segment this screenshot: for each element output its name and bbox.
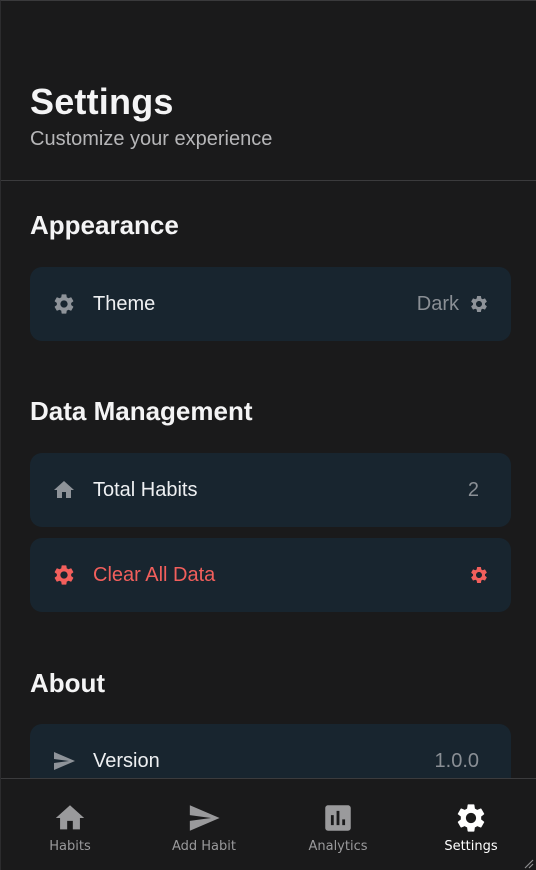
nav-item-habits[interactable]: Habits bbox=[3, 779, 137, 870]
section-title-appearance: Appearance bbox=[30, 210, 179, 240]
settings-content[interactable]: Appearance Theme Dark Data Management To… bbox=[1, 182, 536, 778]
app-window: Settings Customize your experience Appea… bbox=[0, 0, 536, 870]
total-habits-label: Total Habits bbox=[93, 479, 198, 501]
nav-item-analytics[interactable]: Analytics bbox=[271, 779, 405, 870]
version-row: Version 1.0.0 bbox=[30, 724, 511, 778]
version-label: Version bbox=[93, 750, 160, 772]
send-icon bbox=[189, 805, 220, 831]
section-title-data-management: Data Management bbox=[30, 396, 253, 426]
home-icon bbox=[54, 481, 74, 498]
home-icon bbox=[55, 805, 85, 830]
nav-label-add-habit: Add Habit bbox=[171, 839, 236, 854]
total-habits-row: Total Habits 2 bbox=[30, 453, 511, 527]
nav-label-analytics: Analytics bbox=[308, 839, 368, 854]
gear-icon bbox=[54, 565, 74, 585]
nav-item-settings[interactable]: Settings bbox=[404, 779, 536, 870]
clear-all-data-label: Clear All Data bbox=[93, 564, 216, 586]
total-habits-value: 2 bbox=[467, 479, 479, 501]
page-title: Settings bbox=[30, 81, 174, 122]
theme-value: Dark bbox=[416, 293, 459, 315]
nav-item-add-habit[interactable]: Add Habit bbox=[137, 779, 271, 870]
theme-setting-row[interactable]: Theme Dark bbox=[30, 267, 511, 341]
theme-label: Theme bbox=[93, 293, 156, 315]
nav-label-settings: Settings bbox=[444, 839, 498, 854]
bottom-nav: Habits Add Habit Analytics Settings bbox=[1, 778, 536, 870]
resize-grip-icon[interactable] bbox=[522, 857, 534, 869]
version-value: 1.0.0 bbox=[434, 750, 479, 772]
gear-icon[interactable] bbox=[469, 294, 489, 314]
nav-label-habits: Habits bbox=[49, 839, 91, 854]
section-title-about: About bbox=[30, 668, 106, 698]
page-subtitle: Customize your experience bbox=[30, 128, 273, 150]
send-icon bbox=[54, 752, 75, 770]
bar-chart-icon bbox=[325, 805, 351, 831]
clear-all-data-button[interactable]: Clear All Data bbox=[30, 538, 511, 612]
gear-icon bbox=[457, 804, 485, 832]
gear-icon bbox=[54, 294, 74, 314]
page-header: Settings Customize your experience bbox=[1, 1, 536, 181]
gear-icon bbox=[471, 567, 487, 583]
